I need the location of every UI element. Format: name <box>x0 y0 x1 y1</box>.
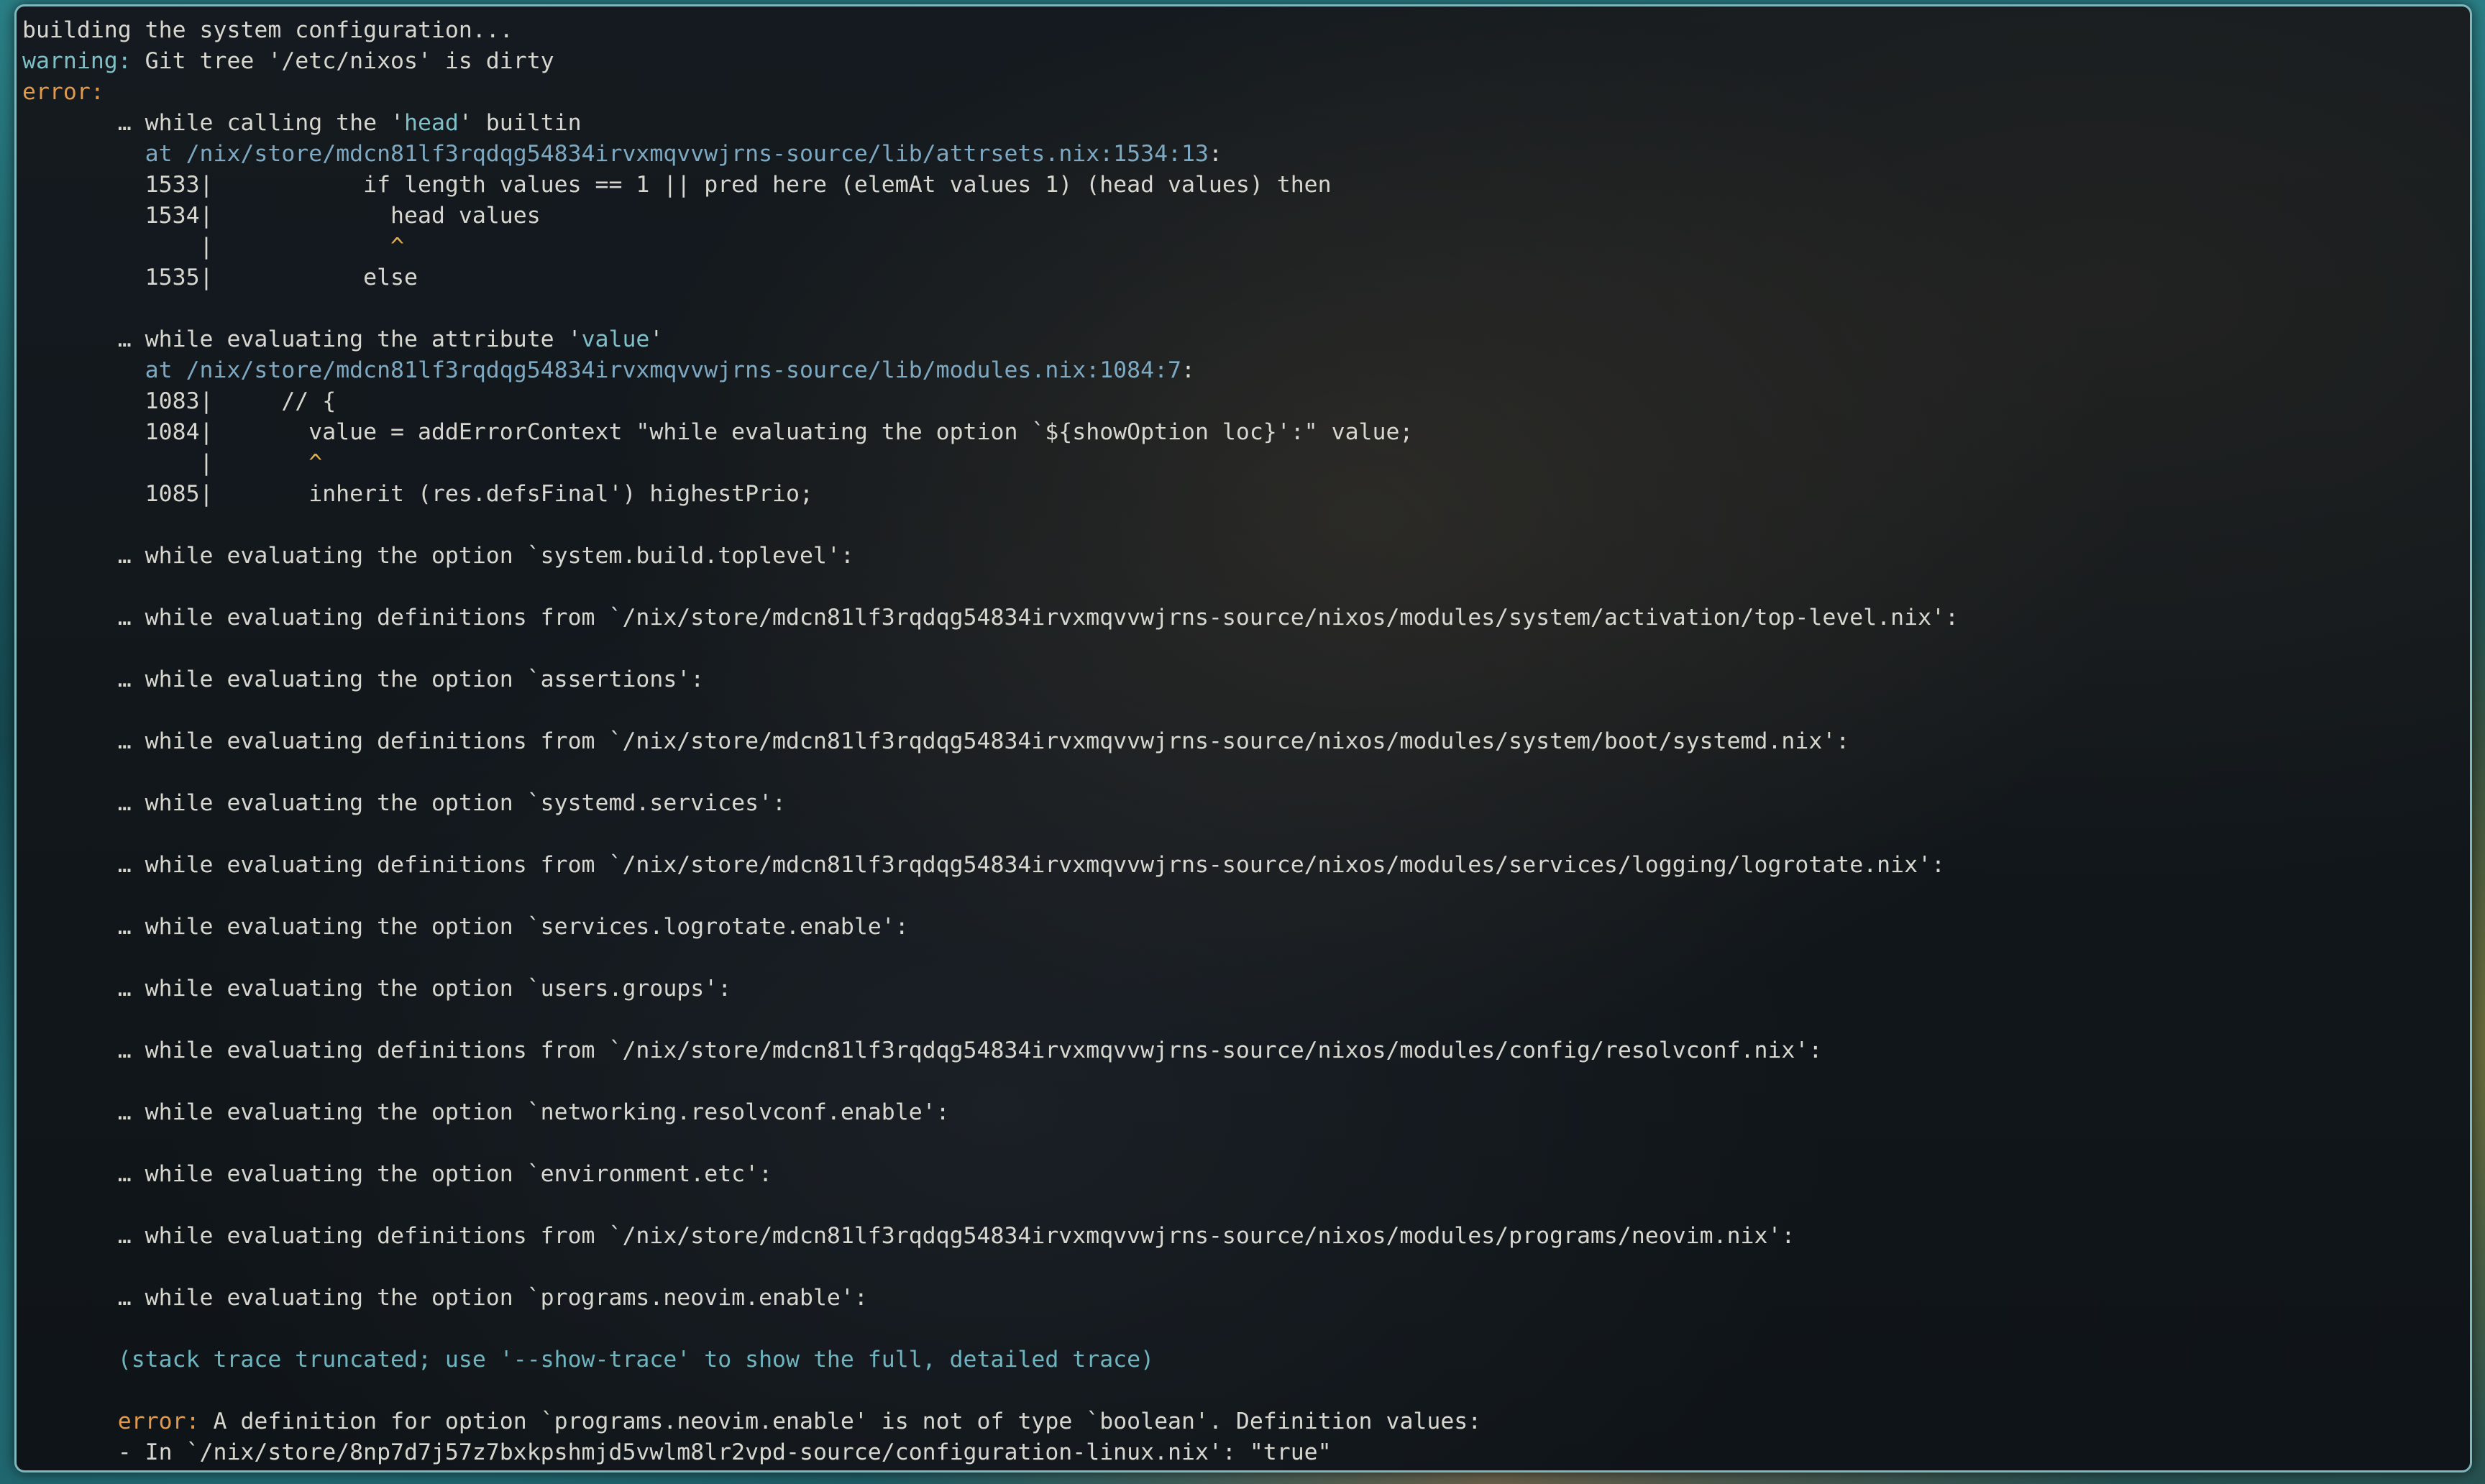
terminal-text-plain: … while evaluating the option `environme… <box>22 1161 773 1187</box>
terminal-text-plain: | <box>22 234 391 260</box>
terminal-text-plain: … while evaluating the option `programs.… <box>22 1285 868 1311</box>
terminal-text-plain: : <box>1208 141 1222 167</box>
terminal-text-name: head <box>404 110 459 136</box>
terminal-text-warn: warning: <box>22 48 132 74</box>
terminal-text-plain: … while evaluating definitions from `/ni… <box>22 852 1946 878</box>
terminal-text-plain: 1535| else <box>22 265 418 290</box>
terminal-line: error: <box>22 77 1959 108</box>
terminal-line: … while calling the 'head' builtin <box>22 108 1959 139</box>
terminal-text-err: error: <box>22 79 104 105</box>
terminal-line: 1535| else <box>22 262 1959 293</box>
terminal-line: 1085| inherit (res.defsFinal') highestPr… <box>22 479 1959 510</box>
terminal-text-plain: … while evaluating the option `assertion… <box>22 667 705 692</box>
terminal-line: | ^ <box>22 448 1959 479</box>
terminal-text-path: /nix/store/mdcn81lf3rqdqg54834irvxmqvvwj… <box>186 357 1181 383</box>
terminal-text-plain: : <box>1181 357 1195 383</box>
terminal-text-plain: ' builtin <box>458 110 582 136</box>
terminal-line: … while evaluating definitions from `/ni… <box>22 1035 1959 1066</box>
terminal-text-plain: … while evaluating the option `users.gro… <box>22 976 732 1002</box>
terminal-line: … while evaluating definitions from `/ni… <box>22 850 1959 881</box>
terminal-text-plain: … while evaluating definitions from `/ni… <box>22 1038 1823 1063</box>
terminal-text-plain: … while evaluating definitions from `/ni… <box>22 728 1850 754</box>
terminal-line: warning: Git tree '/etc/nixos' is dirty <box>22 46 1959 77</box>
terminal-line: 1534| head values <box>22 201 1959 232</box>
terminal-text-plain: | <box>22 450 309 476</box>
terminal-line: … while evaluating the option `networkin… <box>22 1097 1959 1128</box>
terminal-text-caret: ^ <box>308 450 323 476</box>
terminal-line: 1084| value = addErrorContext "while eva… <box>22 417 1959 448</box>
terminal-text-plain: … while evaluating the attribute ' <box>22 326 582 352</box>
terminal-window[interactable]: building the system configuration... warn… <box>14 4 2472 1472</box>
terminal-text-plain: building the system configuration... <box>22 17 513 43</box>
terminal-text-note: (stack trace truncated; use '--show-trac… <box>22 1347 1155 1373</box>
terminal-text-name: value <box>581 326 650 352</box>
terminal-line: … while evaluating the option `systemd.s… <box>22 788 1959 819</box>
terminal-line: … while evaluating the option `environme… <box>22 1159 1959 1190</box>
terminal-text-path: at <box>22 141 186 167</box>
terminal-text-caret: ^ <box>390 234 405 260</box>
terminal-line: … while evaluating definitions from `/ni… <box>22 603 1959 633</box>
terminal-text-plain: Git tree '/etc/nixos' is dirty <box>131 48 554 74</box>
terminal-text-plain: 1084| value = addErrorContext "while eva… <box>22 419 1414 445</box>
terminal-line: at /nix/store/mdcn81lf3rqdqg54834irvxmqv… <box>22 355 1959 386</box>
terminal-line: | ^ <box>22 232 1959 262</box>
terminal-line: (stack trace truncated; use '--show-trac… <box>22 1345 1959 1375</box>
terminal-text-plain: A definition for option `programs.neovim… <box>199 1409 1482 1434</box>
terminal-line: … while evaluating the option `services.… <box>22 912 1959 943</box>
terminal-line: 1533| if length values == 1 || pred here… <box>22 170 1959 201</box>
terminal-output[interactable]: building the system configuration... warn… <box>22 15 1959 1468</box>
terminal-line: … while evaluating the option `users.gro… <box>22 974 1959 1004</box>
terminal-line: error: A definition for option `programs… <box>22 1406 1959 1437</box>
terminal-line: … while evaluating the option `programs.… <box>22 1283 1959 1314</box>
terminal-line: … while evaluating definitions from `/ni… <box>22 1221 1959 1252</box>
terminal-text-plain: 1533| if length values == 1 || pred here… <box>22 172 1332 198</box>
terminal-line: 1083| // { <box>22 386 1959 417</box>
terminal-text-plain: - In `/nix/store/8np7d7j57z7bxkpshmjd5vw… <box>22 1439 1332 1465</box>
terminal-text-path: /nix/store/mdcn81lf3rqdqg54834irvxmqvvwj… <box>186 141 1209 167</box>
terminal-text-path: at <box>22 357 186 383</box>
terminal-text-plain: … while evaluating the option `systemd.s… <box>22 790 787 816</box>
terminal-line: … while evaluating the attribute 'value' <box>22 324 1959 355</box>
terminal-line: - In `/nix/store/8np7d7j57z7bxkpshmjd5vw… <box>22 1437 1959 1468</box>
terminal-line: building the system configuration... <box>22 15 1959 46</box>
terminal-line: … while evaluating the option `system.bu… <box>22 541 1959 572</box>
terminal-line: … while evaluating definitions from `/ni… <box>22 726 1959 757</box>
terminal-text-plain: … while evaluating the option `services.… <box>22 914 909 940</box>
terminal-line: at /nix/store/mdcn81lf3rqdqg54834irvxmqv… <box>22 139 1959 170</box>
terminal-text-plain: … while evaluating the option `networkin… <box>22 1099 950 1125</box>
terminal-text-plain: 1534| head values <box>22 203 541 229</box>
desktop-wallpaper: building the system configuration... warn… <box>0 0 2485 1484</box>
terminal-text-plain: … while evaluating definitions from `/ni… <box>22 605 1959 631</box>
terminal-text-plain: ' <box>649 326 664 352</box>
terminal-text-plain: 1085| inherit (res.defsFinal') highestPr… <box>22 481 813 507</box>
terminal-line: … while evaluating the option `assertion… <box>22 664 1959 695</box>
terminal-text-plain: … while calling the ' <box>22 110 405 136</box>
terminal-text-plain: … while evaluating the option `system.bu… <box>22 543 854 569</box>
terminal-text-plain: 1083| // { <box>22 388 337 414</box>
terminal-text-err: error: <box>117 1409 200 1434</box>
terminal-text-plain: … while evaluating definitions from `/ni… <box>22 1223 1795 1249</box>
terminal-text-plain <box>22 1409 118 1434</box>
